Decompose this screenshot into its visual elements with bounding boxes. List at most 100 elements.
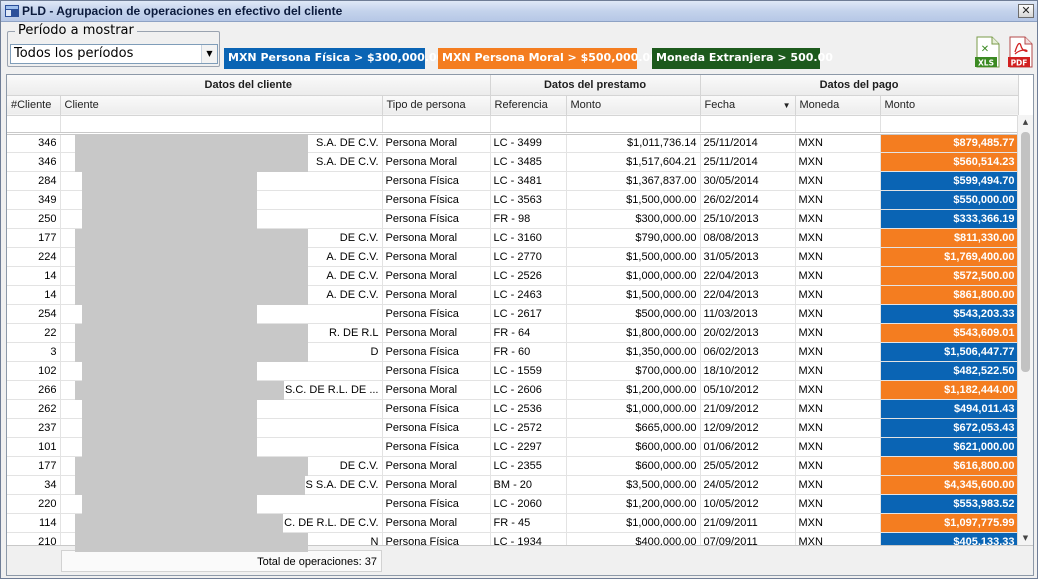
col-moneda[interactable]: Moneda (795, 95, 881, 116)
period-group: Período a mostrar Todos los períodos ▼ (7, 23, 220, 67)
cell-moneda: MXN (795, 418, 881, 438)
xls-export-label: XLS (978, 59, 994, 68)
cell-monto-pago: $811,330.00 (880, 228, 1019, 248)
svg-text:✕: ✕ (981, 44, 989, 55)
cell-moneda: MXN (795, 361, 881, 381)
sort-desc-icon: ▼ (782, 101, 791, 110)
filter-cell[interactable] (700, 115, 796, 135)
cell-referencia: BM - 20 (490, 475, 567, 495)
cell-monto-pago: $572,500.00 (880, 266, 1019, 286)
cell-num-cliente: 346 (7, 152, 61, 172)
total-operations: Total de operaciones: 37 (257, 556, 377, 568)
close-icon: ✕ (1021, 4, 1031, 17)
scroll-down-icon[interactable]: ▼ (1018, 531, 1033, 546)
cell-referencia: LC - 2536 (490, 399, 567, 419)
redaction-segment (75, 381, 284, 400)
cell-monto-pago: $861,800.00 (880, 285, 1019, 305)
cell-num-cliente: 22 (7, 323, 61, 343)
scroll-up-icon[interactable]: ▲ (1018, 115, 1033, 130)
col-cliente[interactable]: Cliente (60, 95, 383, 116)
cell-referencia: LC - 2526 (490, 266, 567, 286)
filter-cell[interactable] (880, 115, 1019, 135)
cell-monto-prestamo: $1,500,000.00 (566, 285, 701, 305)
col-fecha[interactable]: Fecha ▼ (700, 95, 796, 116)
redaction-segment (75, 153, 308, 172)
cell-tipo-persona: Persona Moral (382, 475, 491, 495)
cell-fecha: 25/11/2014 (700, 152, 796, 172)
band-datos-cliente: Datos del cliente (7, 75, 491, 96)
cell-fecha: 31/05/2013 (700, 247, 796, 267)
cell-num-cliente: 237 (7, 418, 61, 438)
filter-cell[interactable] (795, 115, 881, 135)
cell-monto-pago: $1,506,447.77 (880, 342, 1019, 362)
col-monto-pago[interactable]: Monto (880, 95, 1019, 116)
cell-tipo-persona: Persona Física (382, 342, 491, 362)
redaction-segment (75, 457, 308, 476)
cell-monto-prestamo: $1,800,000.00 (566, 323, 701, 343)
cell-monto-pago: $550,000.00 (880, 190, 1019, 210)
cell-monto-pago: $599,494.70 (880, 171, 1019, 191)
cell-referencia: LC - 2060 (490, 494, 567, 514)
cell-monto-pago: $560,514.23 (880, 152, 1019, 172)
col-num-cliente[interactable]: #Cliente (7, 95, 61, 116)
cell-fecha: 25/10/2013 (700, 209, 796, 229)
cell-moneda: MXN (795, 190, 881, 210)
cell-monto-prestamo: $500,000.00 (566, 304, 701, 324)
cell-fecha: 24/05/2012 (700, 475, 796, 495)
cell-monto-prestamo: $1,011,736.14 (566, 133, 701, 153)
col-monto-prestamo[interactable]: Monto (566, 95, 701, 116)
scroll-thumb[interactable] (1021, 132, 1030, 372)
cell-referencia: FR - 64 (490, 323, 567, 343)
filter-cell[interactable] (566, 115, 701, 135)
cell-num-cliente: 114 (7, 513, 61, 533)
filter-cell[interactable] (382, 115, 491, 135)
cell-moneda: MXN (795, 133, 881, 153)
cell-monto-prestamo: $790,000.00 (566, 228, 701, 248)
cell-monto-pago: $543,203.33 (880, 304, 1019, 324)
band-datos-prestamo: Datos del prestamo (490, 75, 701, 96)
cell-monto-prestamo: $1,500,000.00 (566, 190, 701, 210)
cell-num-cliente: 224 (7, 247, 61, 267)
cell-moneda: MXN (795, 304, 881, 324)
cell-monto-prestamo: $665,000.00 (566, 418, 701, 438)
cell-monto-pago: $553,983.52 (880, 494, 1019, 514)
cell-fecha: 11/03/2013 (700, 304, 796, 324)
close-button[interactable]: ✕ (1018, 4, 1034, 18)
cell-referencia: LC - 3499 (490, 133, 567, 153)
filter-cell[interactable] (7, 115, 61, 135)
filter-cell[interactable] (490, 115, 567, 135)
redaction-segment (75, 248, 308, 267)
cell-monto-pago: $1,182,444.00 (880, 380, 1019, 400)
cell-num-cliente: 284 (7, 171, 61, 191)
cell-moneda: MXN (795, 266, 881, 286)
cell-num-cliente: 266 (7, 380, 61, 400)
cell-num-cliente: 101 (7, 437, 61, 457)
cell-moneda: MXN (795, 437, 881, 457)
cell-moneda: MXN (795, 228, 881, 248)
cell-fecha: 22/04/2013 (700, 285, 796, 305)
cell-monto-pago: $1,097,775.99 (880, 513, 1019, 533)
window-app-icon (5, 5, 19, 17)
cell-num-cliente: 34 (7, 475, 61, 495)
cell-moneda: MXN (795, 342, 881, 362)
cell-fecha: 06/02/2013 (700, 342, 796, 362)
cell-monto-pago: $4,345,600.00 (880, 475, 1019, 495)
operations-grid[interactable]: Datos del cliente Datos del prestamo Dat… (6, 74, 1034, 576)
col-tipo-persona[interactable]: Tipo de persona (382, 95, 491, 116)
pdf-export-icon[interactable]: PDF (1006, 36, 1034, 68)
xls-export-icon[interactable]: XLS ✕ (973, 36, 1001, 68)
cell-tipo-persona: Persona Moral (382, 152, 491, 172)
cell-monto-prestamo: $700,000.00 (566, 361, 701, 381)
cell-tipo-persona: Persona Moral (382, 266, 491, 286)
filter-cell[interactable] (60, 115, 383, 135)
redaction-segment (75, 286, 308, 305)
cell-tipo-persona: Persona Física (382, 399, 491, 419)
cell-referencia: LC - 2355 (490, 456, 567, 476)
vertical-scrollbar[interactable]: ▲ ▼ (1017, 115, 1033, 546)
chevron-down-icon[interactable]: ▼ (201, 45, 217, 63)
cell-monto-prestamo: $1,367,837.00 (566, 171, 701, 191)
period-select[interactable]: Todos los períodos ▼ (10, 44, 218, 64)
cell-num-cliente: 250 (7, 209, 61, 229)
col-referencia[interactable]: Referencia (490, 95, 567, 116)
cell-moneda: MXN (795, 152, 881, 172)
